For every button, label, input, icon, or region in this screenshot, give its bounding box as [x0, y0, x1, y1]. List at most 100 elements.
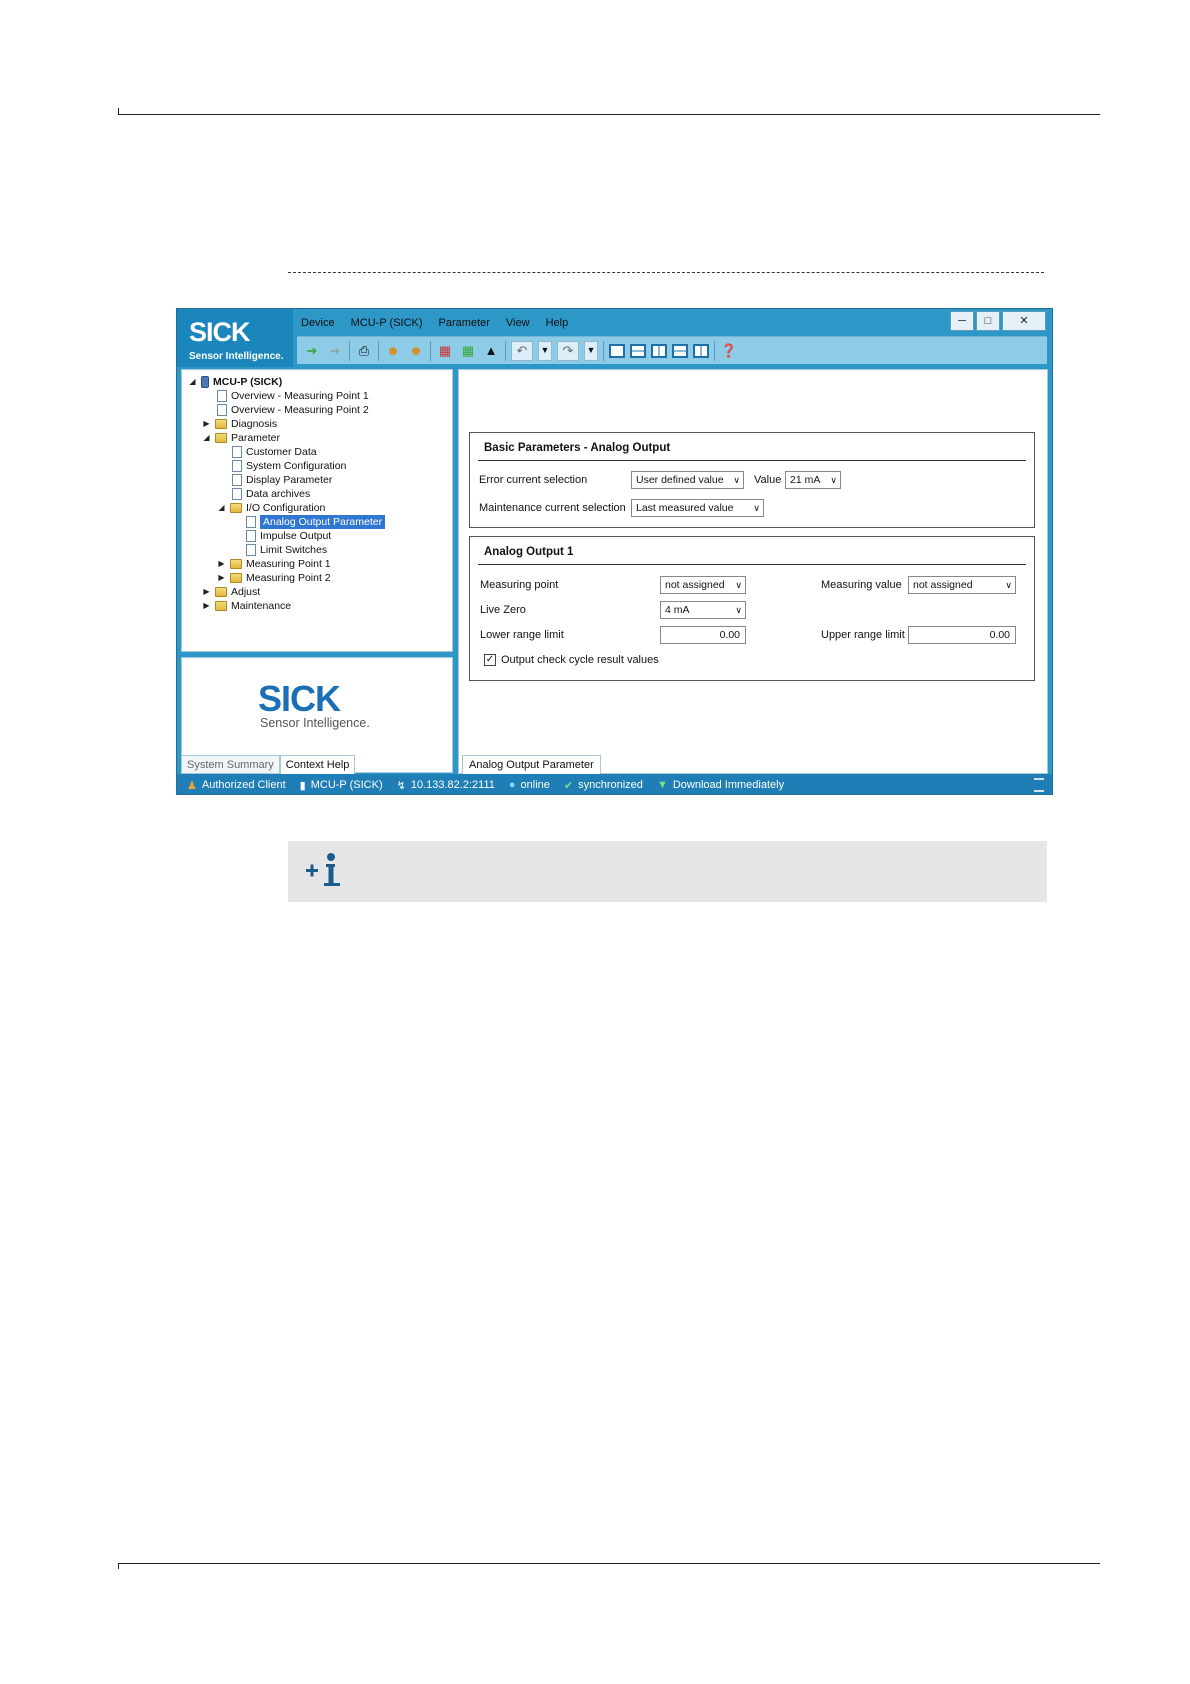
help-icon[interactable]: ❓ [720, 342, 738, 360]
layout-single-icon[interactable] [609, 343, 625, 358]
layout-grid-icon[interactable] [672, 343, 688, 358]
live-zero-select[interactable]: 4 mA ∨ [660, 601, 746, 619]
expand-caret-icon[interactable]: ▶ [217, 557, 226, 571]
layout-vertical-icon[interactable] [651, 343, 667, 358]
tree-item-label: Maintenance [231, 600, 292, 612]
logo-text: SICK [189, 317, 251, 347]
user-login-icon[interactable]: ☻ [384, 342, 402, 360]
status-bar: ♟ Authorized Client ▮ MCU-P (SICK) ↯ 10.133… [177, 774, 1052, 794]
tree-item-display-parameter[interactable]: Display Parameter [232, 473, 332, 487]
document-icon [246, 516, 256, 528]
network-icon: ↯ [396, 779, 406, 792]
menu-help[interactable]: Help [546, 317, 569, 329]
tree-item-impulse-output[interactable]: Impulse Output [246, 529, 331, 543]
maximize-icon[interactable]: □ [976, 311, 1000, 331]
sick-logo: SICK Sensor Intelligence. [177, 309, 293, 367]
toolbar-separator [349, 340, 350, 361]
tree-item-system-configuration[interactable]: System Configuration [232, 459, 346, 473]
collapse-caret-icon[interactable]: ◢ [217, 501, 226, 515]
tree-item-label: Measuring Point 2 [246, 572, 331, 584]
parameter-content-pane: Basic Parameters - Analog Output Error c… [458, 369, 1048, 774]
status-sync: ✔ synchronized [564, 779, 643, 792]
lower-range-input[interactable]: 0.00 [660, 626, 746, 644]
toolbar-separator [378, 340, 379, 361]
tree-item-overview-mp1[interactable]: Overview - Measuring Point 1 [217, 389, 369, 403]
close-icon[interactable]: ✕ [1002, 311, 1046, 331]
info-plus-icon [306, 853, 340, 886]
collapse-caret-icon[interactable]: ◢ [188, 375, 197, 389]
menu-device[interactable]: Device [301, 317, 335, 329]
value-label: Value [754, 474, 782, 486]
tree-item-customer-data[interactable]: Customer Data [232, 445, 317, 459]
measuring-point-select[interactable]: not assigned ∨ [660, 576, 746, 594]
measuring-value-label: Measuring value [821, 579, 902, 591]
tree-item-measuring-point-2[interactable]: ▶ Measuring Point 2 [217, 571, 331, 585]
forward-arrow-icon[interactable]: ➔ [326, 342, 344, 360]
eraser-icon[interactable]: ▲ [482, 342, 500, 360]
window-controls: ─ □ ✕ [950, 311, 1046, 331]
tab-context-help[interactable]: Context Help [279, 755, 356, 774]
toolbar-separator [603, 340, 604, 361]
status-online: ● online [509, 779, 550, 791]
folder-icon [215, 419, 227, 429]
toolbar-separator [505, 340, 506, 361]
tree-item-measuring-point-1[interactable]: ▶ Measuring Point 1 [217, 557, 330, 571]
undo-dropdown-chevron-icon[interactable]: ▼ [538, 340, 552, 361]
document-icon [246, 544, 256, 556]
menu-parameter[interactable]: Parameter [439, 317, 490, 329]
maintenance-current-label: Maintenance current selection [479, 502, 626, 514]
tree-item-overview-mp2[interactable]: Overview - Measuring Point 2 [217, 403, 369, 417]
download-icon: ▼ [656, 779, 668, 791]
tree-item-diagnosis[interactable]: ▶ Diagnosis [202, 417, 277, 431]
menu-view[interactable]: View [506, 317, 530, 329]
value-select[interactable]: 21 mA ∨ [785, 471, 841, 489]
pdf-export-icon[interactable]: ▦ [436, 342, 454, 360]
tab-system-summary[interactable]: System Summary [181, 755, 280, 774]
layout-horizontal-icon[interactable] [630, 343, 646, 358]
document-icon [232, 474, 242, 486]
resize-grip-icon[interactable] [1034, 778, 1044, 792]
upper-range-input[interactable]: 0.00 [908, 626, 1016, 644]
tree-item-label: Parameter [231, 432, 281, 444]
error-current-select[interactable]: User defined value ∨ [631, 471, 744, 489]
output-check-checkbox[interactable]: ✓ [484, 654, 496, 666]
tree-item-adjust[interactable]: ▶ Adjust [202, 585, 260, 599]
tree-item-maintenance[interactable]: ▶ Maintenance [202, 599, 291, 613]
basic-parameters-group: Basic Parameters - Analog Output Error c… [469, 432, 1035, 528]
toolbar: ➔ ➔ ⎙ ☻ ☻ ▦ ▦ ▲ ↶ ▼ ↷ ▼ ❓ [297, 336, 1047, 364]
print-icon[interactable]: ⎙ [355, 342, 373, 360]
tree-item-label: I/O Configuration [246, 502, 326, 514]
left-panel-tabs: System Summary Context Help [181, 755, 356, 774]
maintenance-current-select[interactable]: Last measured value ∨ [631, 499, 764, 517]
minimize-icon[interactable]: ─ [950, 311, 974, 331]
status-ip: ↯ 10.133.82.2:2111 [397, 779, 495, 792]
document-icon[interactable]: ▦ [459, 342, 477, 360]
tree-item-analog-output-parameter[interactable]: Analog Output Parameter [246, 515, 386, 529]
back-arrow-icon[interactable]: ➔ [303, 342, 321, 360]
redo-icon[interactable]: ↷ [557, 340, 579, 361]
tree-item-parameter[interactable]: ◢ Parameter [202, 431, 280, 445]
status-device-label: MCU-P (SICK) [310, 779, 383, 791]
measuring-point-label: Measuring point [480, 579, 559, 591]
user-icon: ♟ [187, 779, 197, 792]
tree-item-io-configuration[interactable]: ◢ I/O Configuration [217, 501, 325, 515]
redo-dropdown-chevron-icon[interactable]: ▼ [584, 340, 598, 361]
tab-analog-output-parameter[interactable]: Analog Output Parameter [462, 755, 601, 774]
chevron-down-icon: ∨ [830, 475, 837, 485]
users-icon[interactable]: ☻ [407, 342, 425, 360]
help-logo-text: SICK [258, 678, 341, 719]
expand-caret-icon[interactable]: ▶ [202, 417, 211, 431]
expand-caret-icon[interactable]: ▶ [217, 571, 226, 585]
document-icon [246, 530, 256, 542]
collapse-caret-icon[interactable]: ◢ [202, 431, 211, 445]
expand-caret-icon[interactable]: ▶ [202, 599, 211, 613]
layout-split-icon[interactable] [693, 343, 709, 358]
tree-item-label: Diagnosis [231, 418, 278, 430]
measuring-value-select[interactable]: not assigned ∨ [908, 576, 1016, 594]
menu-mcu-p[interactable]: MCU-P (SICK) [351, 317, 423, 329]
undo-icon[interactable]: ↶ [511, 340, 533, 361]
expand-caret-icon[interactable]: ▶ [202, 585, 211, 599]
tree-item-limit-switches[interactable]: Limit Switches [246, 543, 327, 557]
tree-item-mcu-p[interactable]: ◢ MCU-P (SICK) [188, 375, 282, 389]
tree-item-data-archives[interactable]: Data archives [232, 487, 310, 501]
